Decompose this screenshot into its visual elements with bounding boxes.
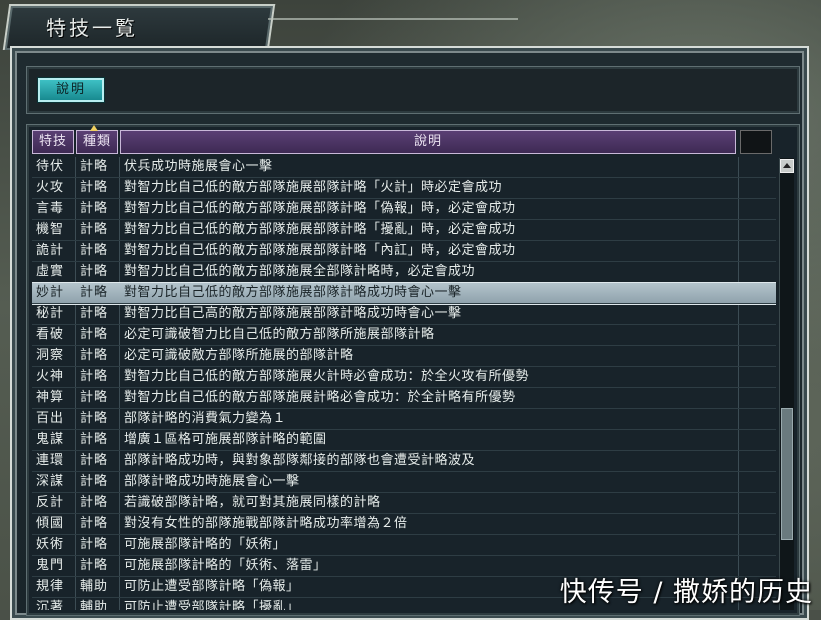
cell-type: 計略 (80, 159, 109, 174)
table-row[interactable]: 反計 計略 若識破部隊計略，就可對其施展同樣的計略 (32, 493, 776, 514)
cell-type: 計略 (80, 264, 109, 279)
cell-type: 計略 (80, 369, 109, 384)
cell-type: 計略 (80, 285, 109, 300)
cell-skill: 言毒 (36, 201, 65, 216)
table-row[interactable]: 看破 計略 必定可識破智力比自己低的敵方部隊所施展部隊計略 (32, 325, 776, 346)
column-header-blank (740, 130, 772, 154)
cell-skill: 機智 (36, 222, 65, 237)
cell-type: 計略 (80, 327, 109, 342)
table-row[interactable]: 神算 計略 對智力比自己低的敵方部隊施展計略必會成功：於全計略有所優勢 (32, 388, 776, 409)
cell-skill: 虛實 (36, 264, 65, 279)
cell-skill: 詭計 (36, 243, 65, 258)
cell-skill: 沉著 (36, 600, 65, 610)
cell-type: 計略 (80, 306, 109, 321)
cell-skill: 鬼謀 (36, 432, 65, 447)
cell-type: 輔助 (80, 579, 109, 594)
window-title: 特技一覧 (46, 16, 138, 40)
cell-skill: 深謀 (36, 474, 65, 489)
cell-type: 計略 (80, 348, 109, 363)
table-row[interactable]: 妖術 計略 可施展部隊計略的「妖術」 (32, 535, 776, 556)
cell-description: 對智力比自己低的敵方部隊施展部隊計略「偽報」時，必定會成功 (124, 201, 516, 216)
cell-description: 部隊計略成功時，與對象部隊鄰接的部隊也會遭受計略波及 (124, 453, 476, 468)
tab-bar (26, 66, 800, 114)
cell-type: 計略 (80, 558, 109, 573)
cell-description: 部隊計略成功時施展會心一擊 (124, 474, 300, 489)
table-row[interactable]: 妙計 計略 對智力比自己低的敵方部隊施展部隊計略成功時會心一擊 (32, 282, 776, 305)
cell-skill: 待伏 (36, 159, 65, 174)
title-ornament (268, 18, 518, 44)
cell-description: 對智力比自己高的敵方部隊施展部隊計略成功時會心一擊 (124, 306, 462, 321)
table-row[interactable]: 火神 計略 對智力比自己低的敵方部隊施展火計時必會成功：於全火攻有所優勢 (32, 367, 776, 388)
cell-type: 輔助 (80, 600, 109, 610)
table-row[interactable]: 言毒 計略 對智力比自己低的敵方部隊施展部隊計略「偽報」時，必定會成功 (32, 199, 776, 220)
cell-skill: 火攻 (36, 180, 65, 195)
cell-description: 對智力比自己低的敵方部隊施展部隊計略「內訌」時，必定會成功 (124, 243, 516, 258)
cell-type: 計略 (80, 495, 109, 510)
cell-type: 計略 (80, 222, 109, 237)
cell-description: 對沒有女性的部隊施戰部隊計略成功率增為２倍 (124, 516, 408, 531)
cell-description: 對智力比自己低的敵方部隊施展計略必會成功：於全計略有所優勢 (124, 390, 516, 405)
scroll-up-arrow-icon[interactable] (780, 159, 794, 173)
cell-skill: 鬼門 (36, 558, 65, 573)
column-header-type[interactable]: 種類 (76, 130, 118, 154)
cell-description: 必定可識破敵方部隊所施展的部隊計略 (124, 348, 354, 363)
cell-skill: 連環 (36, 453, 65, 468)
cell-skill: 妖術 (36, 537, 65, 552)
cell-type: 計略 (80, 201, 109, 216)
table-row[interactable]: 深謀 計略 部隊計略成功時施展會心一擊 (32, 472, 776, 493)
cell-type: 計略 (80, 432, 109, 447)
table-row[interactable]: 百出 計略 部隊計略的消費氣力變為１ (32, 409, 776, 430)
title-tab (2, 4, 276, 50)
table-row[interactable]: 洞察 計略 必定可識破敵方部隊所施展的部隊計略 (32, 346, 776, 367)
cell-description: 部隊計略的消費氣力變為１ (124, 411, 287, 426)
cell-description: 若識破部隊計略，就可對其施展同樣的計略 (124, 495, 381, 510)
table-row[interactable]: 虛實 計略 對智力比自己低的敵方部隊施展全部隊計略時，必定會成功 (32, 262, 776, 283)
cell-type: 計略 (80, 537, 109, 552)
watermark: 快传号 / 撒娇的历史 (559, 577, 813, 608)
skill-table: 待伏 計略 伏兵成功時施展會心一擊 火攻 計略 對智力比自己低的敵方部隊施展部隊計略「火計… (32, 157, 776, 610)
cell-type: 計略 (80, 516, 109, 531)
table-row[interactable]: 秘計 計略 對智力比自己高的敵方部隊施展部隊計略成功時會心一擊 (32, 304, 776, 325)
cell-skill: 洞察 (36, 348, 65, 363)
table-row[interactable]: 連環 計略 部隊計略成功時，與對象部隊鄰接的部隊也會遭受計略波及 (32, 451, 776, 472)
column-header-skill[interactable]: 特技 (32, 130, 74, 154)
scrollbar-thumb[interactable] (781, 408, 793, 540)
sort-indicator-icon (90, 125, 98, 131)
column-header-description[interactable]: 說明 (120, 130, 736, 154)
cell-type: 計略 (80, 453, 109, 468)
table-row[interactable]: 詭計 計略 對智力比自己低的敵方部隊施展部隊計略「內訌」時，必定會成功 (32, 241, 776, 262)
cell-description: 對智力比自己低的敵方部隊施展火計時必會成功：於全火攻有所優勢 (124, 369, 530, 384)
cell-description: 增廣１區格可施展部隊計略的範圍 (124, 432, 327, 447)
cell-description: 伏兵成功時施展會心一擊 (124, 159, 273, 174)
table-row[interactable]: 機智 計略 對智力比自己低的敵方部隊施展部隊計略「擾亂」時，必定會成功 (32, 220, 776, 241)
cell-skill: 看破 (36, 327, 65, 342)
cell-skill: 百出 (36, 411, 65, 426)
cell-skill: 神算 (36, 390, 65, 405)
cell-skill: 妙計 (36, 285, 65, 300)
table-row[interactable]: 火攻 計略 對智力比自己低的敵方部隊施展部隊計略「火計」時必定會成功 (32, 178, 776, 199)
cell-skill: 傾國 (36, 516, 65, 531)
cell-description: 對智力比自己低的敵方部隊施展部隊計略「火計」時必定會成功 (124, 180, 503, 195)
cell-description: 必定可識破智力比自己低的敵方部隊所施展部隊計略 (124, 327, 435, 342)
cell-type: 計略 (80, 390, 109, 405)
cell-skill: 火神 (36, 369, 65, 384)
tab-description[interactable]: 說明 (37, 77, 105, 103)
table-row[interactable]: 待伏 計略 伏兵成功時施展會心一擊 (32, 157, 776, 178)
cell-skill: 秘計 (36, 306, 65, 321)
cell-description: 對智力比自己低的敵方部隊施展部隊計略成功時會心一擊 (124, 285, 462, 300)
table-row[interactable]: 傾國 計略 對沒有女性的部隊施戰部隊計略成功率增為２倍 (32, 514, 776, 535)
cell-description: 對智力比自己低的敵方部隊施展全部隊計略時，必定會成功 (124, 264, 476, 279)
scrollbar-track[interactable] (779, 158, 794, 610)
cell-type: 計略 (80, 411, 109, 426)
table-row[interactable]: 鬼謀 計略 增廣１區格可施展部隊計略的範圍 (32, 430, 776, 451)
cell-description: 對智力比自己低的敵方部隊施展部隊計略「擾亂」時，必定會成功 (124, 222, 516, 237)
cell-skill: 規律 (36, 579, 65, 594)
cell-type: 計略 (80, 243, 109, 258)
cell-type: 計略 (80, 180, 109, 195)
cell-type: 計略 (80, 474, 109, 489)
cell-skill: 反計 (36, 495, 65, 510)
cell-description: 可施展部隊計略的「妖術」 (124, 537, 287, 552)
